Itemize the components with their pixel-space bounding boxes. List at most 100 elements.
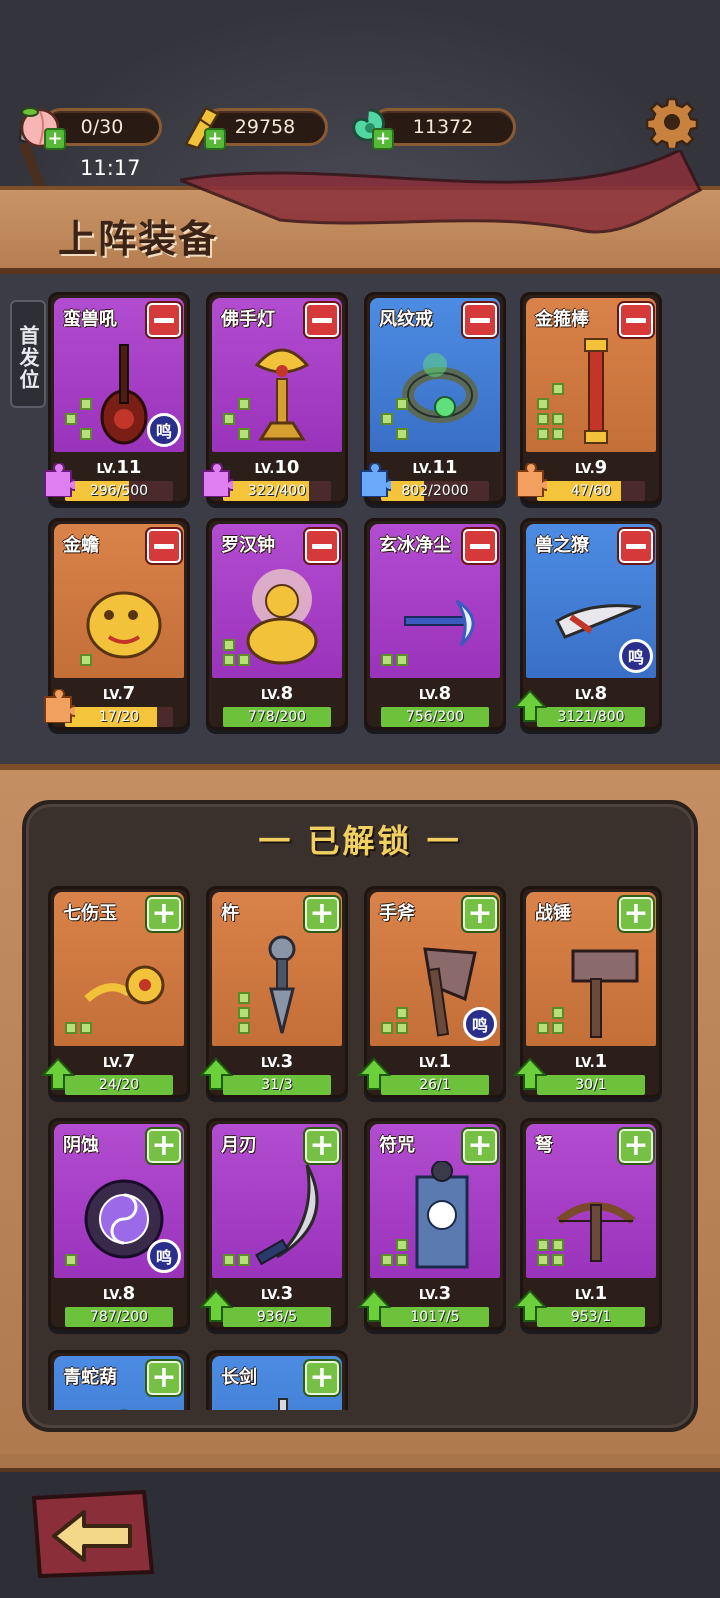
puzzle-piece-icon	[44, 689, 75, 723]
equipment-screen: 0/30 + 29758 + 11372 + 11:17 上阵装备 首发位 蛮兽…	[0, 0, 720, 1598]
rank-pip	[238, 992, 250, 1004]
equipment-card[interactable]: 金蟾 LV.7 17/20	[44, 518, 190, 730]
equipment-card[interactable]: 战锤 + LV.1 30/1	[513, 886, 662, 1098]
jade-pendant-icon	[84, 965, 165, 1005]
progress-bar: 953/1	[537, 1307, 645, 1327]
equip-button[interactable]: +	[305, 897, 339, 931]
resource-ticket[interactable]: 29758 +	[176, 104, 332, 150]
card-name: 手斧	[379, 903, 415, 924]
progress-text: 17/20	[98, 709, 140, 725]
equip-button[interactable]: +	[463, 897, 497, 931]
back-arrow-button[interactable]	[26, 1488, 156, 1580]
equipment-card[interactable]: 罗汉钟 LV.8 778/200	[206, 518, 348, 730]
unequip-button[interactable]	[619, 303, 653, 337]
resource-stamina[interactable]: 0/30 +	[16, 104, 166, 150]
progress-text: 778/200	[247, 709, 307, 725]
equip-button[interactable]: +	[619, 1129, 653, 1163]
equipment-card[interactable]: 阴蚀 + 鸣 LV.8 787/200	[48, 1118, 190, 1330]
equipment-card[interactable]: 兽之獠鸣 LV.8 3121/800	[513, 518, 662, 730]
equipment-card[interactable]: 符咒 + LV.3 1017/5	[357, 1118, 506, 1330]
moon-blade-icon	[255, 1164, 319, 1266]
equipment-card[interactable]: 七伤玉 + LV.7 24/20	[41, 886, 190, 1098]
rank-pip	[238, 654, 250, 666]
equipment-card[interactable]: 月刃 + LV.3 936/5	[199, 1118, 348, 1330]
equip-button[interactable]: +	[305, 1361, 339, 1395]
level-prefix: LV.	[260, 688, 281, 703]
equip-button[interactable]: +	[147, 1129, 181, 1163]
equipment-card[interactable]: 青蛇葫 +	[48, 1350, 190, 1410]
add-jade-button[interactable]: +	[372, 128, 394, 150]
rank-pip	[238, 639, 250, 651]
equip-button[interactable]: +	[147, 897, 181, 931]
rank-pips	[65, 1007, 92, 1034]
golden-staff-icon	[584, 338, 608, 444]
add-stamina-button[interactable]: +	[44, 128, 66, 150]
unequip-button[interactable]	[463, 303, 497, 337]
equip-button[interactable]: +	[147, 1361, 181, 1395]
equipment-card[interactable]: 风纹戒 LV.11 802/2000	[360, 292, 506, 504]
rank-pip	[238, 398, 250, 410]
add-ticket-button[interactable]: +	[204, 128, 226, 150]
level-prefix: LV.	[418, 1056, 439, 1071]
rank-pip	[80, 428, 92, 440]
rank-pip	[223, 413, 235, 425]
level-prefix: LV.	[418, 688, 439, 703]
equipment-card[interactable]: 金箍棒 LV.9 47/60	[516, 292, 662, 504]
rank-pip	[396, 398, 408, 410]
level-value: 7	[122, 683, 136, 704]
card-name: 杵	[221, 903, 239, 924]
resource-jade[interactable]: 11372 +	[344, 104, 520, 150]
unequip-button[interactable]	[463, 529, 497, 563]
equipment-card[interactable]: 蛮兽吼鸣 LV.11 296/500	[44, 292, 190, 504]
first-position-tab[interactable]: 首发位	[10, 300, 46, 408]
rank-pip	[65, 1007, 77, 1019]
level-prefix: LV.	[574, 688, 595, 703]
upgrade-arrow-icon	[357, 1057, 391, 1090]
progress-text: 26/1	[419, 1077, 451, 1093]
progress-bar: 936/5	[223, 1307, 331, 1327]
upgrade-arrow-icon	[199, 1289, 233, 1322]
settings-gear-icon[interactable]	[646, 96, 698, 148]
arhat-icon	[246, 569, 318, 665]
card-level: LV.8	[367, 683, 503, 704]
upgrade-arrow-icon	[513, 689, 547, 722]
progress-text: 3121/800	[557, 709, 625, 725]
equip-button[interactable]: +	[463, 1129, 497, 1163]
progress-text: 787/200	[89, 1309, 149, 1325]
rank-pip	[80, 398, 92, 410]
rank-pip	[381, 398, 393, 410]
equipment-card[interactable]: 佛手灯 LV.10 322/400	[202, 292, 348, 504]
rank-pips	[65, 1254, 92, 1266]
resonance-badge[interactable]: 鸣	[147, 413, 181, 447]
resonance-badge[interactable]: 鸣	[463, 1007, 497, 1041]
rank-pip	[238, 1254, 250, 1266]
unequip-button[interactable]	[305, 303, 339, 337]
resonance-badge[interactable]: 鸣	[619, 639, 653, 673]
unequip-button[interactable]	[305, 529, 339, 563]
rank-pip	[65, 1022, 77, 1034]
rank-pip	[537, 1254, 549, 1266]
equipment-card[interactable]: 长剑 +	[206, 1350, 348, 1410]
unequip-button[interactable]	[147, 303, 181, 337]
rank-pip	[381, 428, 393, 440]
unequip-button[interactable]	[147, 529, 181, 563]
equipment-card[interactable]: 手斧 + 鸣 LV.1 26/1	[357, 886, 506, 1098]
rank-pip	[552, 1239, 564, 1251]
equip-button[interactable]: +	[619, 897, 653, 931]
equipment-card[interactable]: 弩 + LV.1 953/1	[513, 1118, 662, 1330]
rank-pip	[396, 1239, 408, 1251]
equipment-card[interactable]: 玄冰净尘 LV.8 756/200	[364, 518, 506, 730]
clock: 11:17	[80, 156, 141, 180]
resonance-badge[interactable]: 鸣	[147, 1239, 181, 1273]
rank-pip	[80, 654, 92, 666]
card-name: 月刃	[221, 1135, 257, 1156]
card-name: 风纹戒	[379, 309, 433, 330]
rank-pips	[223, 1254, 250, 1266]
unequip-button[interactable]	[619, 529, 653, 563]
rank-pip	[396, 428, 408, 440]
upgrade-arrow-icon	[513, 1057, 547, 1090]
equipment-card[interactable]: 杵 + LV.3 31/3	[199, 886, 348, 1098]
equip-button[interactable]: +	[305, 1129, 339, 1163]
progress-bar: 3121/800	[537, 707, 645, 727]
rank-pip	[381, 1254, 393, 1266]
